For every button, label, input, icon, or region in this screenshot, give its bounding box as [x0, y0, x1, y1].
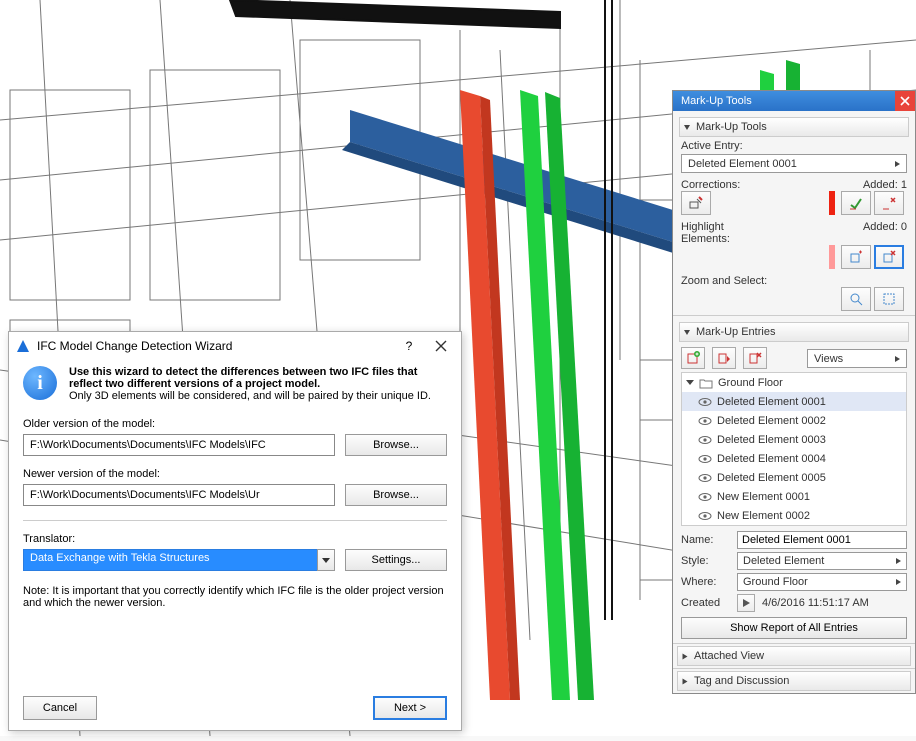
ifc-wizard-dialog: IFC Model Change Detection Wizard ? Use …	[8, 331, 462, 731]
entries-tree[interactable]: Ground Floor Deleted Element 0001 Deleted…	[681, 372, 907, 526]
zoom-select-label: Zoom and Select:	[681, 275, 767, 287]
tree-entry-label: New Element 0002	[717, 510, 810, 522]
tree-group-ground-floor[interactable]: Ground Floor	[682, 373, 906, 392]
settings-button[interactable]: Settings...	[345, 549, 447, 571]
highlight-color-swatch	[829, 245, 835, 269]
eye-icon[interactable]	[698, 490, 712, 504]
translator-label: Translator:	[23, 533, 447, 545]
import-entry-button[interactable]	[712, 347, 736, 369]
older-version-input[interactable]	[23, 434, 335, 456]
eye-icon[interactable]	[698, 471, 712, 485]
created-label: Created	[681, 597, 737, 609]
tree-entry-label: Deleted Element 0004	[717, 453, 826, 465]
cancel-button[interactable]: Cancel	[23, 696, 97, 720]
name-label: Name:	[681, 534, 737, 546]
tree-entry[interactable]: Deleted Element 0002	[682, 411, 906, 430]
eye-icon[interactable]	[698, 509, 712, 523]
tree-entry-label: Deleted Element 0005	[717, 472, 826, 484]
name-input[interactable]	[737, 531, 907, 549]
tree-entry[interactable]: Deleted Element 0004	[682, 449, 906, 468]
tree-entry[interactable]: New Element 0002	[682, 506, 906, 525]
tree-entry-label: Deleted Element 0002	[717, 415, 826, 427]
info-icon	[23, 366, 57, 400]
section-attached-view[interactable]: Attached View	[677, 646, 911, 666]
active-entry-label: Active Entry:	[681, 140, 743, 152]
highlight-label: HighlightElements:	[681, 221, 730, 245]
dialog-help-button[interactable]: ?	[393, 334, 425, 358]
panel-title: Mark-Up Tools	[681, 95, 895, 107]
tree-entry-label: Deleted Element 0001	[717, 396, 826, 408]
show-report-button[interactable]: Show Report of All Entries	[681, 617, 907, 639]
where-select[interactable]: Ground Floor	[737, 573, 907, 591]
correction-edit-button[interactable]	[681, 191, 711, 215]
panel-titlebar[interactable]: Mark-Up Tools	[673, 91, 915, 111]
newer-version-label: Newer version of the model:	[23, 468, 447, 480]
eye-icon[interactable]	[698, 452, 712, 466]
select-button[interactable]	[874, 287, 904, 311]
translator-select[interactable]: Data Exchange with Tekla Structures	[23, 549, 335, 571]
active-entry-select[interactable]: Deleted Element 0001	[681, 154, 907, 173]
style-select[interactable]: Deleted Element	[737, 552, 907, 570]
tree-entry[interactable]: Deleted Element 0005	[682, 468, 906, 487]
section-tag-discussion[interactable]: Tag and Discussion	[677, 671, 911, 691]
corrections-added-count: Added: 1	[863, 179, 907, 191]
browse-older-button[interactable]: Browse...	[345, 434, 447, 456]
tree-entry-label: Deleted Element 0003	[717, 434, 826, 446]
highlight-added-count: Added: 0	[863, 221, 907, 245]
correction-apply-button[interactable]	[841, 191, 871, 215]
wizard-note: Note: It is important that you correctly…	[23, 585, 447, 609]
zoom-button[interactable]	[841, 287, 871, 311]
correction-color-swatch	[829, 191, 835, 215]
correction-remove-button[interactable]	[874, 191, 904, 215]
translator-caret-icon[interactable]	[317, 549, 335, 571]
eye-icon[interactable]	[698, 433, 712, 447]
tree-entry[interactable]: New Element 0001	[682, 487, 906, 506]
where-label: Where:	[681, 576, 737, 588]
newer-version-input[interactable]	[23, 484, 335, 506]
next-button[interactable]: Next >	[373, 696, 447, 720]
dialog-title: IFC Model Change Detection Wizard	[37, 339, 393, 353]
section-markup-entries[interactable]: Mark-Up Entries	[679, 322, 909, 342]
tree-entry[interactable]: Deleted Element 0003	[682, 430, 906, 449]
older-version-label: Older version of the model:	[23, 418, 447, 430]
tree-expand-icon[interactable]	[686, 380, 694, 385]
tree-entry-label: New Element 0001	[717, 491, 810, 503]
highlight-add-button[interactable]	[841, 245, 871, 269]
new-entry-button[interactable]	[681, 347, 705, 369]
folder-icon	[699, 377, 713, 389]
archicad-logo-icon	[15, 338, 31, 354]
delete-entry-button[interactable]	[743, 347, 767, 369]
created-goto-button[interactable]	[737, 594, 755, 612]
intro-text: Use this wizard to detect the difference…	[69, 366, 447, 402]
highlight-remove-button[interactable]	[874, 245, 904, 269]
created-value: 4/6/2016 11:51:17 AM	[762, 597, 869, 609]
sort-by-select[interactable]: Views	[807, 349, 907, 368]
corrections-label: Corrections:	[681, 179, 740, 191]
style-label: Style:	[681, 555, 737, 567]
eye-icon[interactable]	[698, 414, 712, 428]
panel-close-button[interactable]	[895, 91, 915, 111]
tree-entry[interactable]: Deleted Element 0001	[682, 392, 906, 411]
eye-icon[interactable]	[698, 395, 712, 409]
section-markup-tools[interactable]: Mark-Up Tools	[679, 117, 909, 137]
browse-newer-button[interactable]: Browse...	[345, 484, 447, 506]
markup-tools-panel: Mark-Up Tools Mark-Up Tools Active Entry…	[672, 90, 916, 694]
dialog-titlebar[interactable]: IFC Model Change Detection Wizard ?	[9, 332, 461, 360]
dialog-close-button[interactable]	[425, 334, 457, 358]
